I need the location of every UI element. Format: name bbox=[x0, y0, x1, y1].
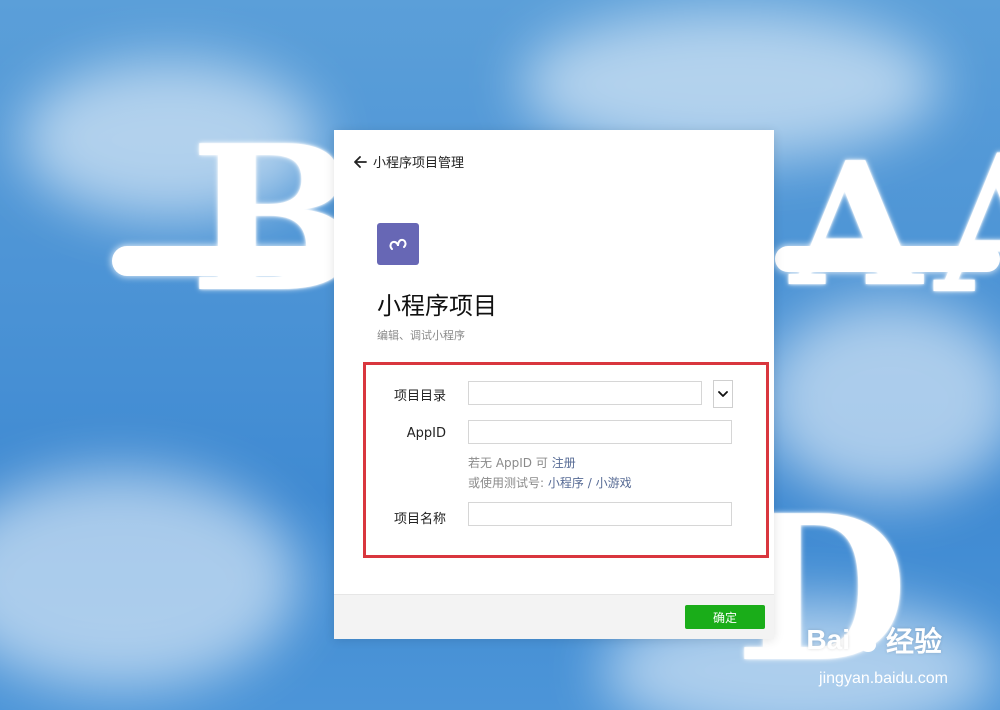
back-button[interactable]: 小程序项目管理 bbox=[354, 152, 464, 171]
baidu-watermark: Bai 经验 bbox=[806, 620, 942, 660]
paw-icon bbox=[857, 626, 879, 652]
project-dir-input[interactable] bbox=[468, 381, 702, 405]
arrow-left-icon bbox=[354, 155, 367, 168]
register-link[interactable]: 注册 bbox=[552, 456, 576, 470]
back-label: 小程序项目管理 bbox=[373, 156, 465, 171]
project-name-label: 项目名称 bbox=[393, 512, 446, 527]
project-dialog: 小程序项目管理 小程序项目 编辑、调试小程序 项目目录 AppID 若无 App… bbox=[334, 130, 774, 639]
cloud bbox=[0, 470, 300, 690]
appid-input[interactable] bbox=[468, 420, 732, 444]
chevron-down-icon bbox=[718, 390, 728, 397]
test-account-hint: 或使用测试号: 小程序 / 小游戏 bbox=[468, 474, 632, 491]
watermark-brand-left: Bai bbox=[806, 624, 850, 655]
cloud-letter-a: A bbox=[790, 125, 922, 325]
register-hint: 若无 AppID 可 注册 bbox=[468, 454, 576, 471]
test-account-hint-text: 或使用测试号: bbox=[468, 476, 545, 490]
page-title: 小程序项目 bbox=[377, 292, 497, 320]
project-dir-label: 项目目录 bbox=[393, 389, 446, 404]
miniprogram-icon bbox=[389, 238, 407, 250]
link-separator: / bbox=[587, 476, 592, 490]
project-name-input[interactable] bbox=[468, 502, 732, 526]
confirm-button[interactable]: 确定 bbox=[685, 605, 765, 629]
dialog-footer: 确定 bbox=[334, 594, 774, 639]
test-miniprogram-link[interactable]: 小程序 bbox=[548, 476, 584, 490]
test-minigame-link[interactable]: 小游戏 bbox=[596, 476, 632, 490]
watermark-brand-right: 经验 bbox=[885, 626, 942, 657]
page-subtitle: 编辑、调试小程序 bbox=[377, 329, 465, 342]
watermark-url: jingyan.baidu.com bbox=[819, 670, 948, 687]
register-hint-text: 若无 AppID 可 bbox=[468, 456, 548, 470]
project-dir-dropdown[interactable] bbox=[713, 380, 733, 408]
miniprogram-logo bbox=[377, 223, 419, 265]
watermark-brand: Bai 经验 bbox=[806, 620, 942, 660]
cloud-letter-a-edge: A bbox=[935, 130, 1000, 320]
appid-label: AppID bbox=[406, 426, 446, 441]
